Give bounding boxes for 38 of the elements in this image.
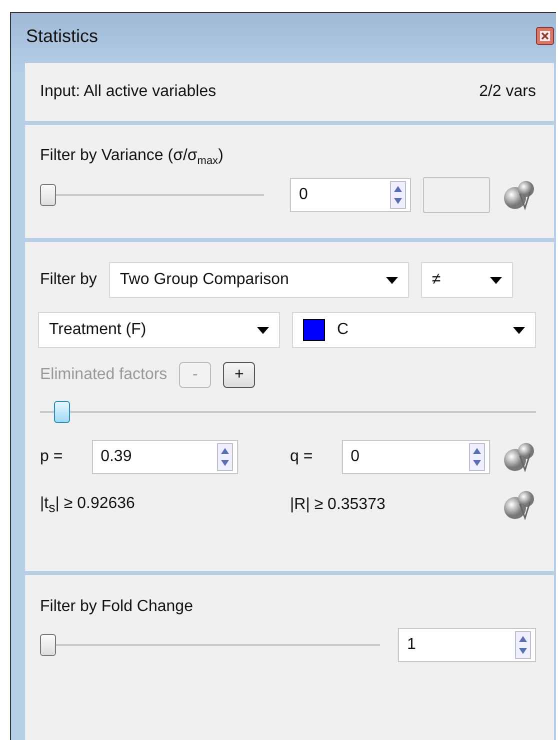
- variable-count: 2/2 vars: [479, 83, 536, 101]
- method-dropdown[interactable]: Two Group Comparison: [108, 262, 409, 298]
- variance-slider[interactable]: [40, 181, 264, 209]
- caret-icon: [386, 276, 398, 284]
- input-field[interactable]: 0: [342, 440, 490, 474]
- close-icon[interactable]: [536, 27, 554, 45]
- fold-change-label: Filter by Fold Change: [40, 598, 194, 616]
- spheres-icon[interactable]: [502, 178, 536, 212]
- spin-button[interactable]: [515, 631, 531, 659]
- spheres-icon[interactable]: [502, 440, 536, 474]
- eliminated-factors-label: Eliminated factors: [40, 366, 168, 384]
- group-dropdown[interactable]: C: [292, 312, 536, 348]
- fold-change-slider[interactable]: [40, 631, 380, 659]
- caret-icon: [257, 326, 269, 334]
- t-statistic: |t$_{s}$| ≥ 0.92636: [40, 494, 136, 516]
- input-label: Input: All active variables: [40, 83, 216, 101]
- slider-thumb[interactable]: [40, 184, 56, 206]
- spin-button[interactable]: [469, 443, 486, 471]
- variance-filter-label: Filter by Variance (σ/σ$_{max}$): [40, 147, 224, 165]
- empty-field: [422, 177, 490, 213]
- input-field[interactable]: 1: [398, 628, 536, 662]
- spin-button[interactable]: [217, 443, 234, 471]
- operator-dropdown[interactable]: ≠: [420, 262, 513, 298]
- spin-button[interactable]: [390, 181, 406, 209]
- spheres-icon[interactable]: [502, 488, 536, 522]
- slider-thumb[interactable]: [54, 401, 70, 423]
- factor-dropdown[interactable]: Treatment (F): [38, 312, 280, 348]
- r-statistic: |R| ≥ 0.35373: [290, 496, 386, 514]
- input-field[interactable]: 0: [290, 178, 411, 212]
- filter-by-label: Filter by: [40, 271, 97, 289]
- q-label: q =: [290, 448, 314, 466]
- p-label: p =: [40, 448, 64, 466]
- caret-icon: [490, 276, 502, 284]
- caret-icon: [513, 326, 525, 334]
- window-title: Statistics: [26, 26, 98, 46]
- slider-thumb[interactable]: [40, 634, 56, 656]
- input-field[interactable]: 0.39: [92, 440, 238, 474]
- factor-slider[interactable]: [40, 398, 536, 426]
